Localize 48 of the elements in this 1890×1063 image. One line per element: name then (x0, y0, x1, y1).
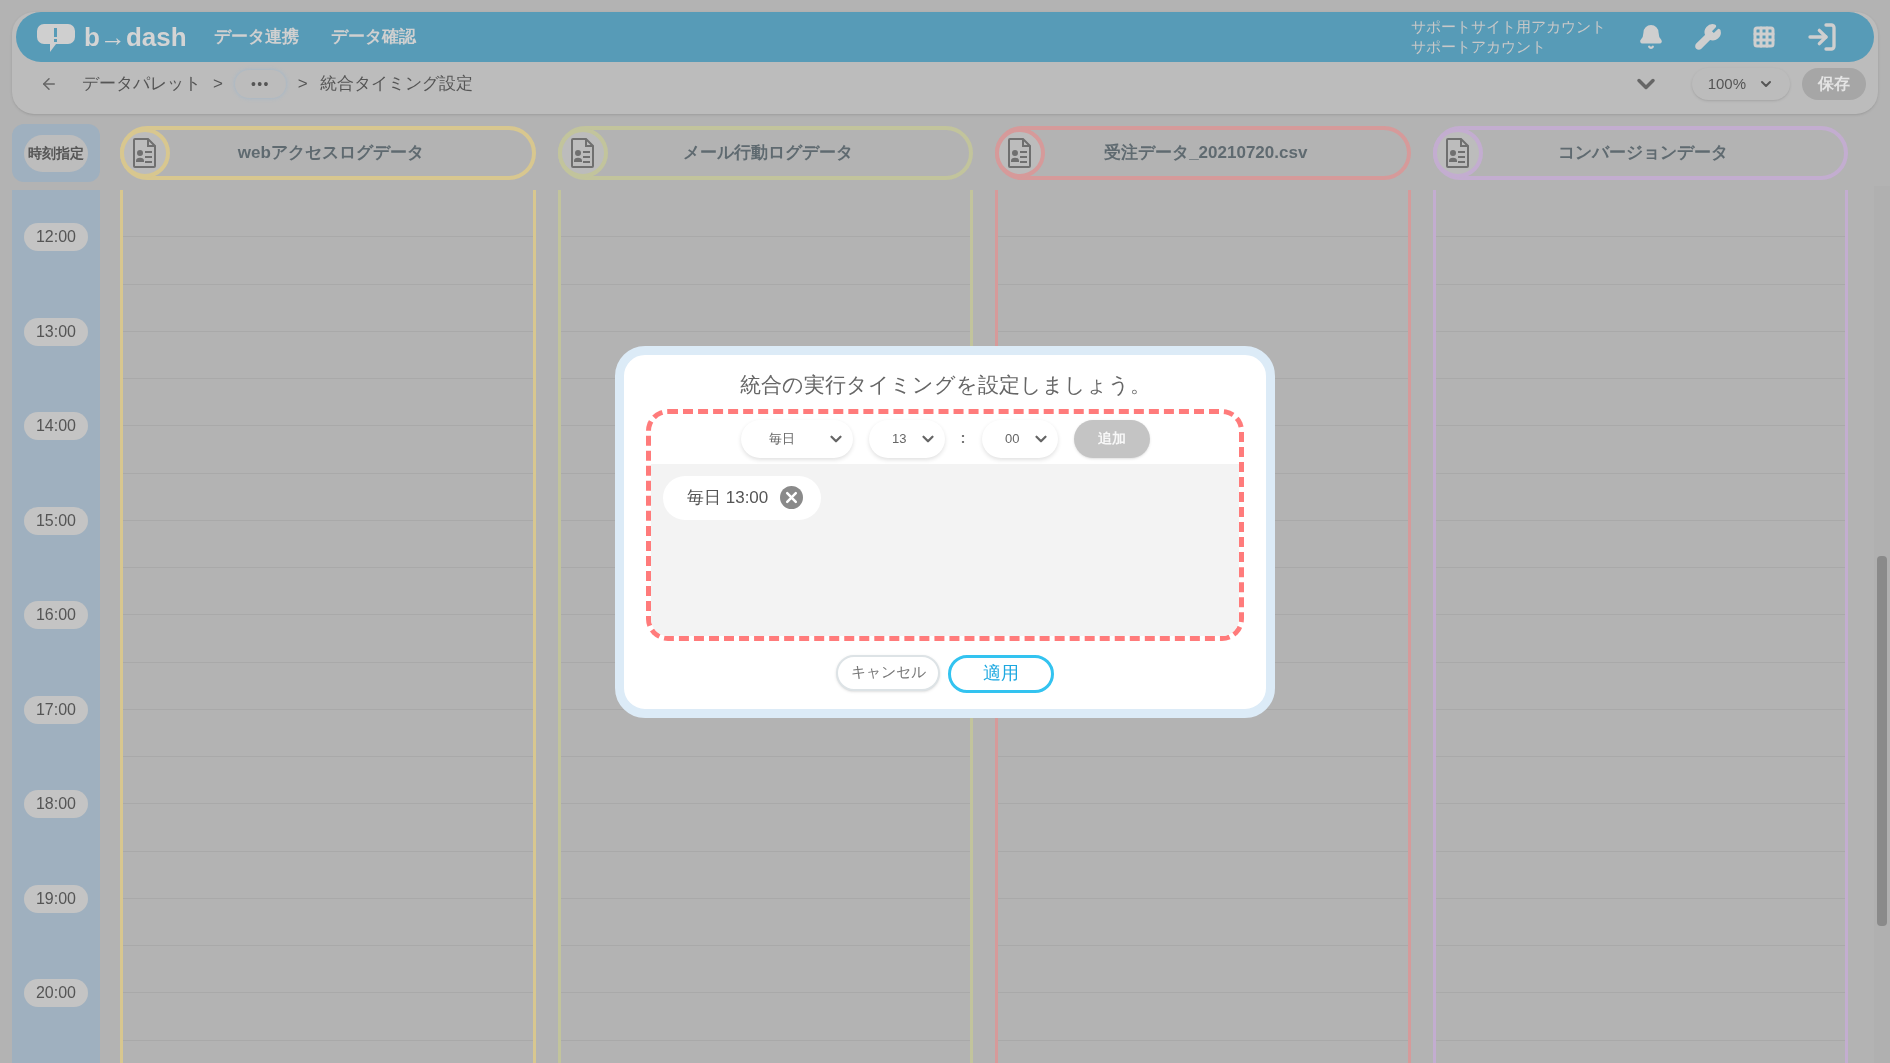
hour-select[interactable]: 13 (868, 419, 945, 458)
account-line: サポートサイト用アカウント (1411, 17, 1606, 37)
nav-link[interactable]: データ連携 (214, 24, 299, 50)
remove-icon[interactable] (780, 486, 804, 509)
data-source-header[interactable]: webアクセスログデータ (120, 126, 536, 180)
time-label: 13:00 (23, 317, 88, 346)
data-source-header[interactable]: コンバージョンデータ (1432, 126, 1848, 180)
data-source-header[interactable]: 受注データ_20210720.csv (995, 126, 1411, 180)
breadcrumb-item: > (213, 73, 223, 96)
account-name[interactable]: サポートサイト用アカウント サポートアカウント (1411, 17, 1606, 57)
time-label: 18:00 (23, 790, 88, 819)
schedule-label: 毎日 13:00 (687, 486, 769, 509)
time-label: 20:00 (23, 979, 88, 1008)
back-icon[interactable] (40, 75, 58, 93)
account-line: サポートアカウント (1411, 37, 1547, 57)
time-separator: : (960, 428, 966, 449)
time-label: 14:00 (23, 412, 88, 441)
logo-text: b→dash (84, 20, 187, 54)
time-label: 15:00 (23, 506, 88, 535)
time-axis-label: 時刻指定 (24, 134, 88, 172)
breadcrumb-item[interactable]: データパレット (82, 71, 201, 97)
document-icon (132, 137, 158, 169)
breadcrumb-item: 統合タイミング設定 (319, 73, 473, 96)
time-label: 17:00 (23, 695, 88, 724)
time-label: 12:00 (23, 223, 88, 252)
data-source-name: メール行動ログデータ (682, 142, 855, 165)
zoom-select[interactable]: 100% (1691, 68, 1790, 100)
sign-in-icon[interactable] (1806, 21, 1838, 53)
bell-icon[interactable] (1638, 24, 1664, 50)
wrench-icon[interactable] (1694, 23, 1722, 51)
dialog-title: 統合の実行タイミングを設定しましょう。 (739, 372, 1151, 398)
data-source-name: 受注データ_20210720.csv (1103, 142, 1309, 165)
data-source-header[interactable]: メール行動ログデータ (557, 126, 973, 180)
apply-button[interactable]: 適用 (948, 654, 1054, 693)
nav-link[interactable]: データ確認 (331, 24, 416, 50)
breadcrumb-item: > (297, 73, 308, 96)
data-source-name: コンバージョンデータ (1557, 142, 1730, 165)
data-source-name: webアクセスログデータ (236, 142, 425, 165)
more-button[interactable]: ••• (234, 70, 286, 98)
document-icon (1007, 137, 1033, 169)
cancel-button[interactable]: キャンセル (836, 654, 940, 691)
document-icon (569, 137, 596, 169)
time-label: 16:00 (23, 601, 88, 630)
grid-icon[interactable] (1752, 25, 1776, 49)
time-label: 19:00 (23, 884, 88, 913)
frequency-select[interactable]: 毎日 (740, 419, 853, 458)
document-icon (1444, 137, 1471, 169)
minute-select[interactable]: 00 (981, 419, 1058, 458)
